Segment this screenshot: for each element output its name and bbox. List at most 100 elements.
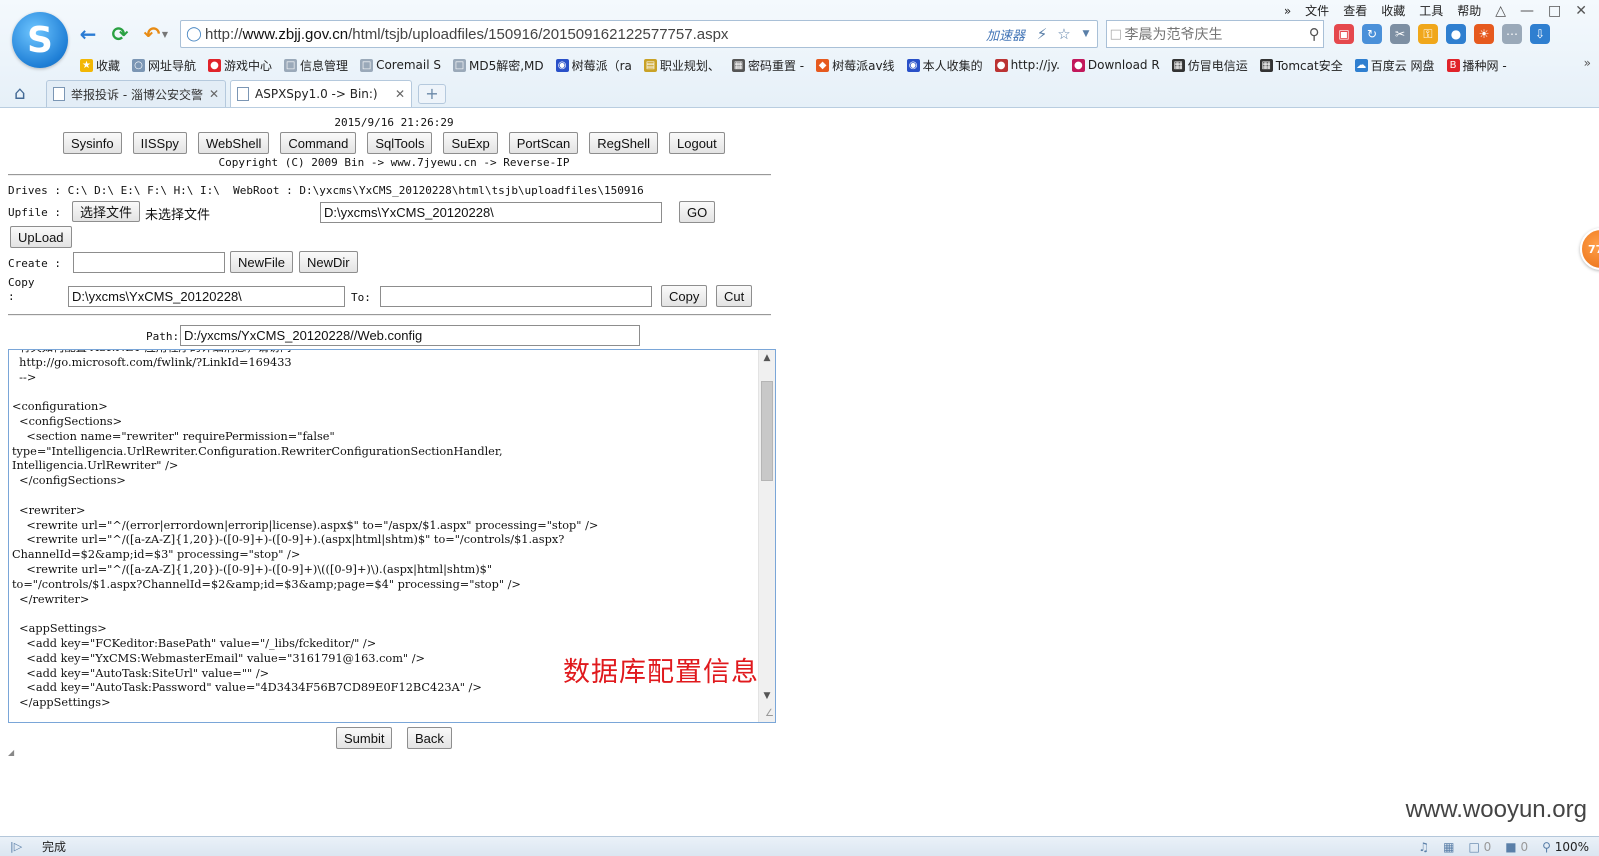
bookmark-item[interactable]: ▦ Tomcat安全	[1259, 57, 1343, 74]
resize-grip-icon[interactable]: ∠	[762, 709, 774, 721]
menu-file[interactable]: 文件	[1305, 2, 1329, 19]
lightning-icon[interactable]: ⚡	[1031, 25, 1053, 43]
bookmark-item[interactable]: □ Coremail S	[360, 58, 441, 72]
logout-button[interactable]: Logout	[669, 132, 725, 154]
sqltools-button[interactable]: SqlTools	[367, 132, 433, 154]
bookmark-item[interactable]: ○ 网址导航	[132, 57, 196, 74]
chevron-down-icon[interactable]: ▼	[1075, 29, 1097, 39]
download-icon[interactable]: ⇩	[1530, 24, 1550, 44]
bookmark-item[interactable]: ◉ 树莓派（ra	[555, 57, 632, 74]
tab-report[interactable]: 举报投诉 - 淄博公安交警 ✕	[46, 80, 226, 107]
command-button[interactable]: Command	[280, 132, 357, 154]
status-play-icon[interactable]: |▷	[10, 840, 30, 853]
menu-help[interactable]: 帮助	[1457, 2, 1481, 19]
newfile-button[interactable]: NewFile	[230, 251, 293, 273]
search-engine-icon[interactable]: □	[1107, 27, 1125, 42]
bookmark-item[interactable]: ● 游戏中心	[208, 57, 272, 74]
sync-icon[interactable]: ↻	[1362, 24, 1382, 44]
menu-more-icon[interactable]: »	[1284, 4, 1291, 18]
regshell-button[interactable]: RegShell	[589, 132, 659, 154]
copy-button[interactable]: Copy	[661, 285, 708, 307]
key-icon[interactable]: ⚿	[1418, 24, 1438, 44]
refresh-icon[interactable]: ⟳	[108, 22, 132, 46]
bookmark-item[interactable]: ▤ 职业规划、	[643, 57, 720, 74]
star-icon[interactable]: ☆	[1053, 25, 1075, 43]
portscan-button[interactable]: PortScan	[508, 132, 579, 154]
copyright-text: Copyright (C) 2009 Bin -> www.7jyewu.cn …	[218, 156, 570, 169]
tab-aspxspy[interactable]: ASPXSpy1.0 -> Bin:) ✕	[230, 80, 412, 107]
cut-button[interactable]: Cut	[716, 285, 753, 307]
search-input[interactable]	[1124, 26, 1306, 42]
no-file-label: 未选择文件	[145, 207, 211, 222]
sysinfo-button[interactable]: Sysinfo	[63, 132, 122, 154]
bookmark-item[interactable]: ◉ 本人收集的	[906, 57, 983, 74]
bookmark-item[interactable]: ● Download R	[1071, 58, 1160, 72]
new-tab-button[interactable]: +	[418, 84, 446, 104]
upload-path-input[interactable]: D:\yxcms\YxCMS_20120228\	[320, 202, 662, 223]
lock-icon[interactable]: □ 0	[1468, 840, 1491, 854]
bookmark-item[interactable]: ▦ 仿冒电信运	[1171, 57, 1248, 74]
choose-file-button[interactable]: 选择文件	[72, 201, 141, 222]
scrollbar[interactable]: ▲ ▼	[758, 350, 775, 722]
bookmark-item[interactable]: ● http://jy.	[994, 58, 1060, 72]
file-path-input[interactable]: D:/yxcms/YxCMS_20120228//Web.config	[180, 325, 640, 346]
bookmark-item[interactable]: ★ 收藏	[80, 57, 120, 74]
upfile-label: Upfile :	[8, 206, 61, 219]
close-icon[interactable]: ✕	[1575, 3, 1587, 19]
menu-view[interactable]: 查看	[1343, 2, 1367, 19]
message-icon[interactable]: ■ 0	[1505, 840, 1528, 854]
maximize-icon[interactable]: □	[1548, 3, 1561, 19]
screenshot-icon[interactable]: ▣	[1334, 24, 1354, 44]
bookmarks-more-icon[interactable]: »	[1584, 56, 1591, 70]
download-manager-icon[interactable]: ▦	[1443, 840, 1454, 854]
minimize-icon[interactable]: —	[1520, 3, 1534, 19]
back-arrow-icon[interactable]: ←	[76, 22, 100, 46]
speaker-icon[interactable]: ♫	[1418, 840, 1429, 854]
bookmark-item[interactable]: □ 信息管理	[284, 57, 348, 74]
newdir-button[interactable]: NewDir	[299, 251, 358, 273]
bookmark-label: 收藏	[96, 58, 121, 73]
bookmark-label: 百度云 网盘	[1370, 58, 1435, 73]
search-box[interactable]: □ ⚲	[1106, 20, 1324, 48]
bookmark-label: MD5解密,MD	[468, 58, 544, 73]
bookmark-item[interactable]: □ MD5解密,MD	[452, 57, 544, 74]
search-icon[interactable]: ⚲	[1306, 25, 1324, 43]
shield-icon[interactable]: ●	[1446, 24, 1466, 44]
scroll-thumb[interactable]	[761, 381, 773, 481]
chevron-down-icon[interactable]: ▼	[160, 22, 170, 46]
url-text[interactable]: http://www.zbjj.gov.cn/html/tsjb/uploadf…	[205, 26, 986, 43]
home-icon[interactable]: ⌂	[14, 83, 25, 104]
submit-button[interactable]: Sumbit	[336, 727, 393, 749]
back-button[interactable]: Back	[407, 727, 452, 749]
zoom-icon[interactable]: ⚲ 100%	[1542, 840, 1589, 854]
more-icon[interactable]: ⋯	[1502, 24, 1522, 44]
copy-target-input[interactable]	[380, 286, 652, 307]
skin-icon[interactable]: △	[1495, 3, 1506, 19]
iisspy-button[interactable]: IISSpy	[132, 132, 187, 154]
bookmark-item[interactable]: ☁ 百度云 网盘	[1354, 57, 1435, 74]
copy-source-input[interactable]: D:\yxcms\YxCMS_20120228\	[68, 286, 345, 307]
address-bar[interactable]: ◯ http://www.zbjj.gov.cn/html/tsjb/uploa…	[180, 20, 1098, 48]
bookmark-item[interactable]: ◆ 树莓派av线	[816, 57, 895, 74]
create-input[interactable]	[73, 252, 225, 273]
upload-button[interactable]: UpLoad	[10, 226, 72, 248]
close-icon[interactable]: ✕	[395, 87, 405, 101]
go-button[interactable]: GO	[679, 201, 716, 223]
page-icon	[53, 87, 65, 101]
scroll-up-icon[interactable]: ▲	[759, 350, 775, 367]
coupon-icon[interactable]: ☀	[1474, 24, 1494, 44]
bookmark-item[interactable]: B 播种网 -	[1446, 57, 1507, 74]
suexp-button[interactable]: SuExp	[443, 132, 498, 154]
bookmark-item[interactable]: ▦ 密码重置 -	[731, 57, 804, 74]
accelerator-label[interactable]: 加速器	[986, 25, 1025, 44]
status-tools: ♫ ▦ □ 0 ■ 0 ⚲ 100%	[1418, 840, 1599, 854]
url-host: www.zbjj.gov.cn	[242, 25, 349, 43]
webshell-button[interactable]: WebShell	[197, 132, 270, 154]
scissors-icon[interactable]: ✂	[1390, 24, 1410, 44]
scroll-down-icon[interactable]: ▼	[759, 688, 775, 705]
menu-tools[interactable]: 工具	[1419, 2, 1443, 19]
close-icon[interactable]: ✕	[209, 87, 219, 101]
menu-favorites[interactable]: 收藏	[1381, 2, 1405, 19]
floating-badge[interactable]: 77	[1580, 228, 1599, 270]
bookmark-label: Coremail S	[376, 58, 441, 72]
